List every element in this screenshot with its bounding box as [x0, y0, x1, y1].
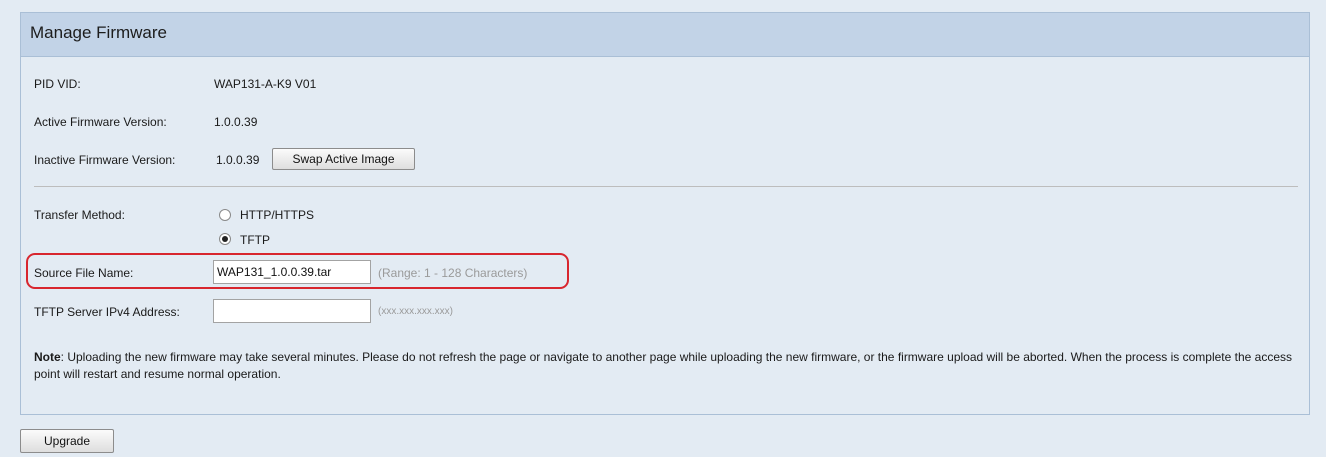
inactive-firmware-label: Inactive Firmware Version: [34, 153, 176, 167]
source-file-input[interactable] [213, 260, 371, 284]
source-file-label: Source File Name: [34, 266, 134, 280]
tftp-server-hint: (xxx.xxx.xxx.xxx) [378, 306, 453, 317]
tftp-server-input[interactable] [213, 299, 371, 323]
active-firmware-label: Active Firmware Version: [34, 115, 167, 129]
pid-vid-label: PID VID: [34, 77, 81, 91]
pid-vid-value: WAP131-A-K9 V01 [214, 77, 317, 91]
swap-active-image-button[interactable]: Swap Active Image [272, 148, 415, 170]
radio-tftp[interactable] [219, 233, 231, 245]
tftp-server-label: TFTP Server IPv4 Address: [34, 305, 180, 319]
inactive-firmware-value: 1.0.0.39 [216, 153, 260, 167]
firmware-note: Note: Uploading the new firmware may tak… [34, 349, 1304, 383]
radio-http-https-label[interactable]: HTTP/HTTPS [240, 208, 314, 222]
active-firmware-value: 1.0.0.39 [214, 115, 258, 129]
section-divider [34, 186, 1298, 187]
radio-tftp-label[interactable]: TFTP [240, 233, 270, 247]
upgrade-button[interactable]: Upgrade [20, 429, 114, 453]
firmware-panel: PID VID: WAP131-A-K9 V01 Active Firmware… [20, 56, 1310, 415]
source-file-hint: (Range: 1 - 128 Characters) [378, 266, 528, 280]
radio-http-https[interactable] [219, 209, 231, 221]
page-header: Manage Firmware [20, 12, 1310, 56]
manage-firmware-page: Manage Firmware PID VID: WAP131-A-K9 V01… [0, 0, 1326, 457]
note-text: : Uploading the new firmware may take se… [34, 350, 1293, 381]
page-title: Manage Firmware [30, 23, 167, 42]
transfer-method-label: Transfer Method: [34, 208, 125, 222]
note-bold: Note [34, 350, 61, 364]
